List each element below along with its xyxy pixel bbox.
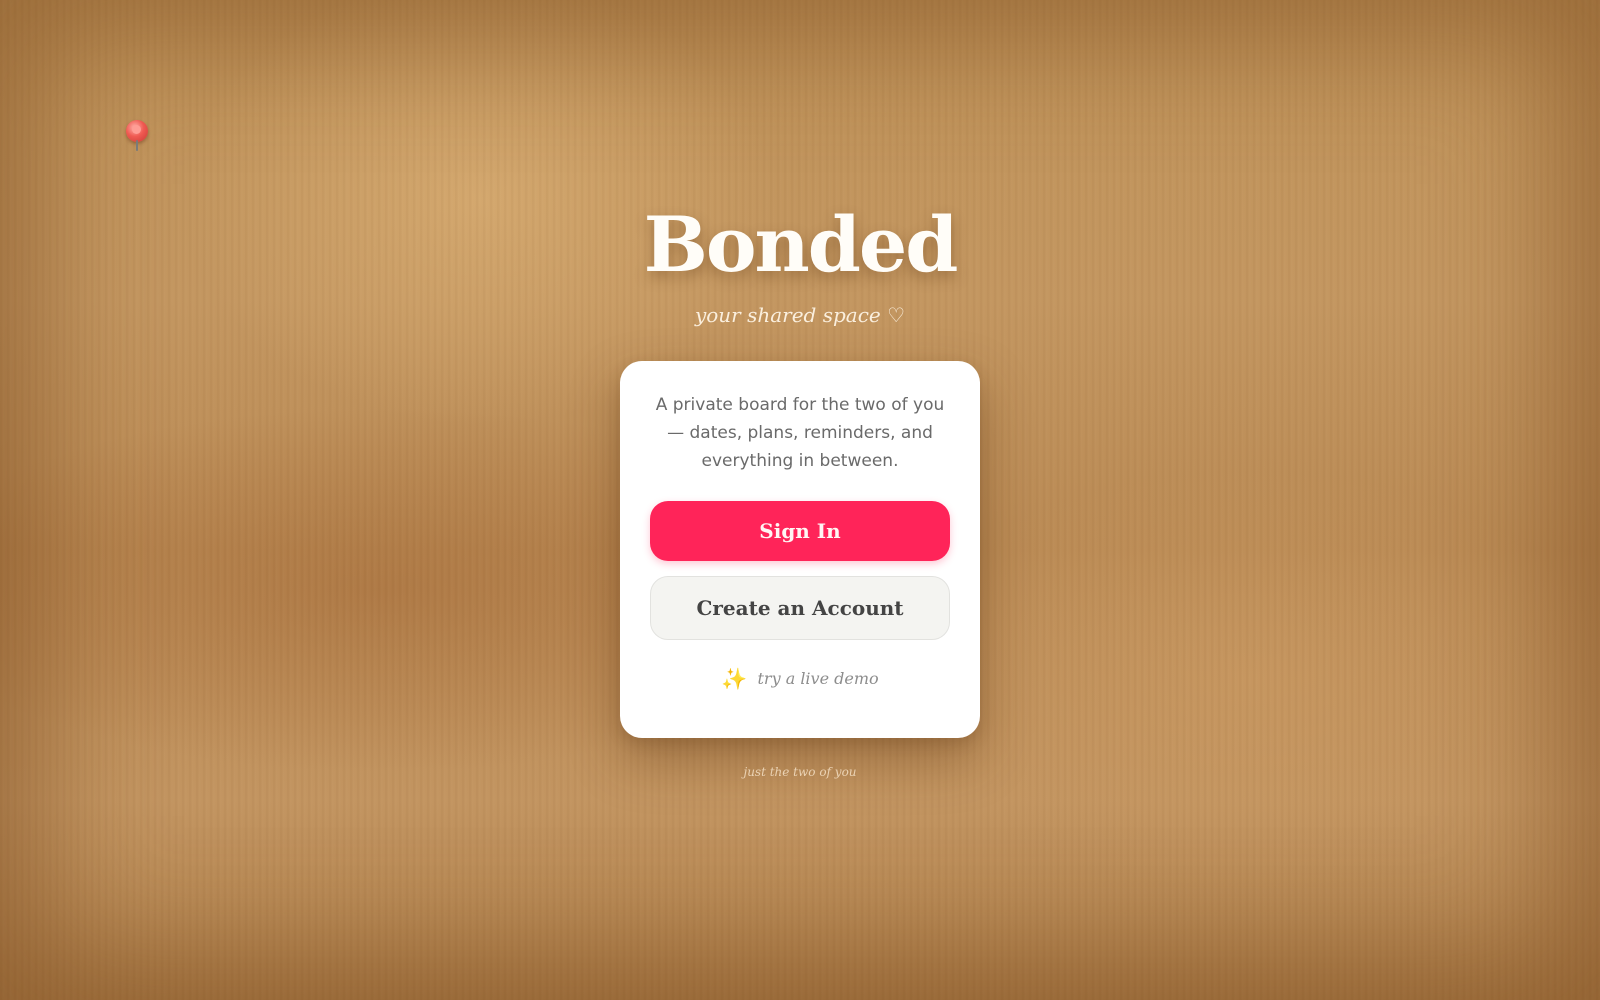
app-tagline: your shared space ♡ [694,303,906,327]
footer-note: just the two of you [743,765,857,779]
pushpin-needle [136,140,138,151]
sparkles-icon: ✨ [721,667,748,691]
create-account-button[interactable]: Create an Account [650,576,950,640]
pushpin-head [126,120,148,142]
brand-header: Bonded your shared space ♡ [0,200,1600,328]
live-demo-link[interactable]: ✨ try a live demo [620,667,980,692]
sign-in-button[interactable]: Sign In [650,501,950,561]
welcome-card: A private board for the two of you — dat… [620,361,980,738]
app-description: A private board for the two of you — dat… [655,395,945,471]
pushpin-icon [124,118,152,154]
app-title: Bonded [643,200,959,289]
live-demo-label: try a live demo [757,669,879,688]
